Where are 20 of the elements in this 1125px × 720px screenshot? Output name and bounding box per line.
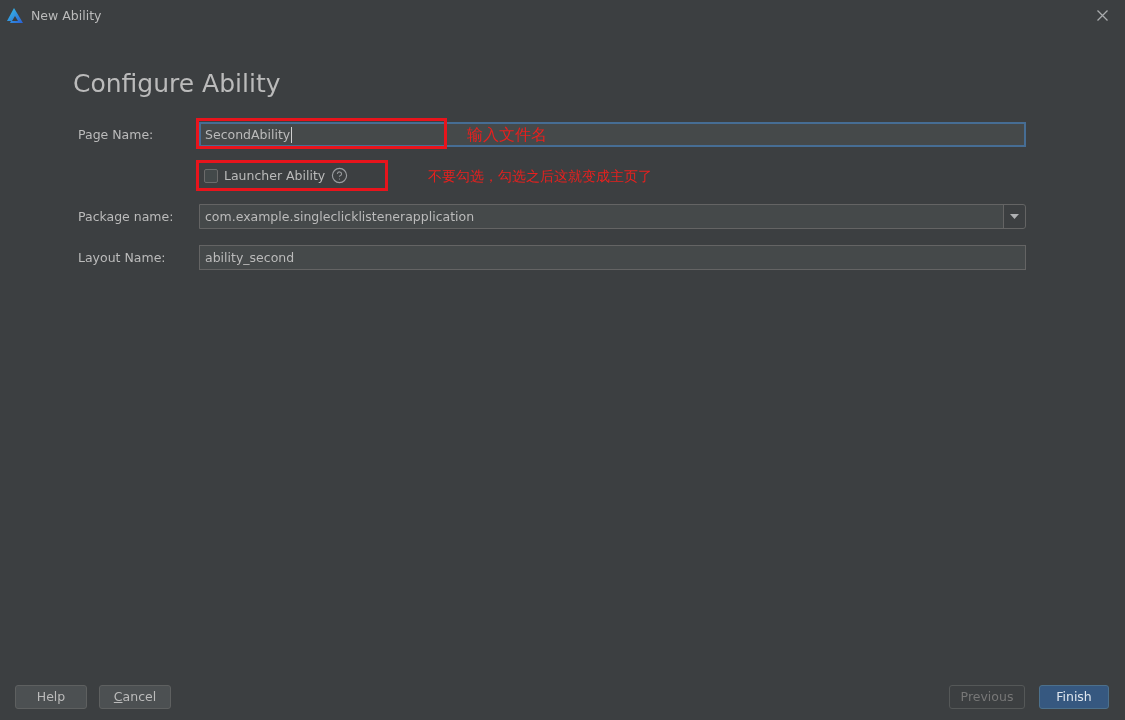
dialog-button[interactable]: Help bbox=[15, 685, 87, 709]
checkbox[interactable] bbox=[204, 168, 218, 183]
help-icon[interactable] bbox=[331, 167, 349, 184]
annotation-text: 输入文件名 bbox=[467, 124, 547, 145]
checkbox-label: Launcher Ability bbox=[224, 168, 326, 183]
caret-down-icon bbox=[1010, 214, 1019, 219]
dialog-button[interactable]: Cancel bbox=[99, 685, 171, 709]
annotation-text: 不要勾选，勾选之后这就变成主页了 bbox=[428, 167, 652, 184]
field-label: Layout Name: bbox=[78, 250, 166, 265]
dropdown-arrow-button[interactable] bbox=[1003, 205, 1025, 228]
field-label: Package name: bbox=[78, 209, 174, 224]
text-cursor-icon bbox=[291, 126, 293, 143]
dialog-button[interactable]: Finish bbox=[1039, 685, 1109, 709]
field-label: Page Name: bbox=[78, 127, 154, 142]
page-heading: Configure Ability bbox=[73, 69, 281, 99]
package-name-dropdown[interactable]: com.example.singleclicklistenerapplication bbox=[199, 204, 1026, 229]
triangle-logo-icon bbox=[7, 7, 23, 23]
window-title: New Ability bbox=[31, 7, 103, 23]
close-icon[interactable] bbox=[1097, 9, 1108, 21]
text-input-field[interactable]: ability_second bbox=[199, 245, 1026, 270]
